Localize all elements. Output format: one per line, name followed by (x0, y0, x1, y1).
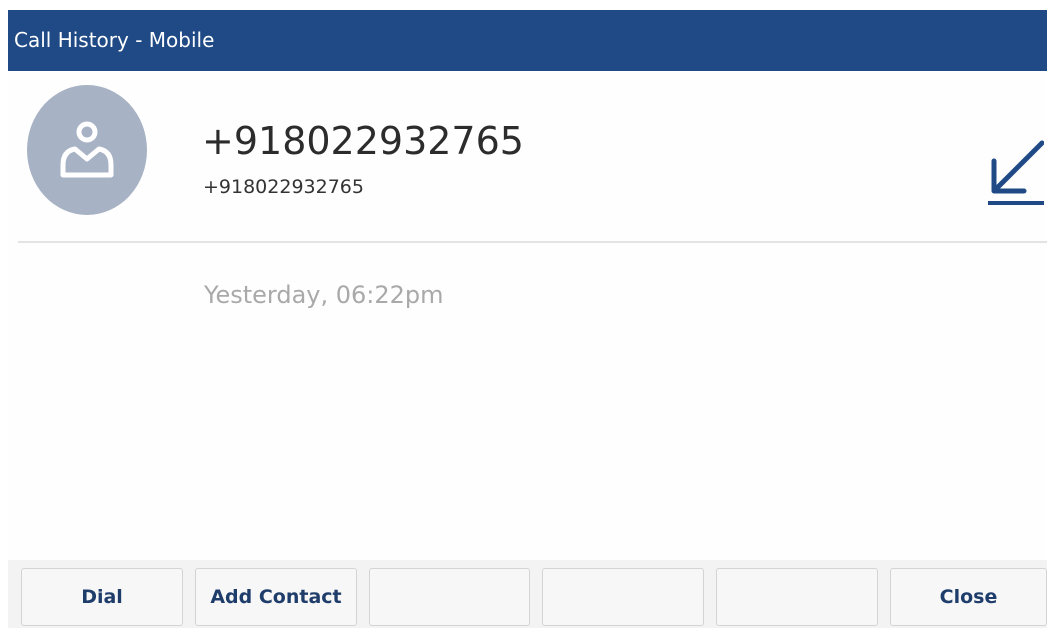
divider (18, 241, 1047, 243)
softkey-3-button[interactable] (369, 568, 530, 626)
softkey-5-button[interactable] (716, 568, 878, 626)
call-timestamp: Yesterday, 06:22pm (204, 281, 444, 309)
call-history-screen: Call History - Mobile +918022932765 +918… (0, 0, 1047, 628)
avatar (27, 85, 147, 215)
page-title: Call History - Mobile (8, 10, 1047, 71)
contact-number: +918022932765 (203, 176, 364, 198)
close-button[interactable]: Close (890, 568, 1047, 626)
softkey-4-button[interactable] (542, 568, 704, 626)
person-icon (60, 121, 114, 178)
contact-name: +918022932765 (202, 119, 524, 163)
call-detail-panel: +918022932765 +918022932765 Yesterday, 0… (8, 71, 1047, 560)
add-contact-button[interactable]: Add Contact (195, 568, 357, 626)
softkey-bar: Dial Add Contact Close (8, 560, 1047, 628)
incoming-call-arrow-icon (988, 140, 1044, 205)
dial-button[interactable]: Dial (21, 568, 183, 626)
